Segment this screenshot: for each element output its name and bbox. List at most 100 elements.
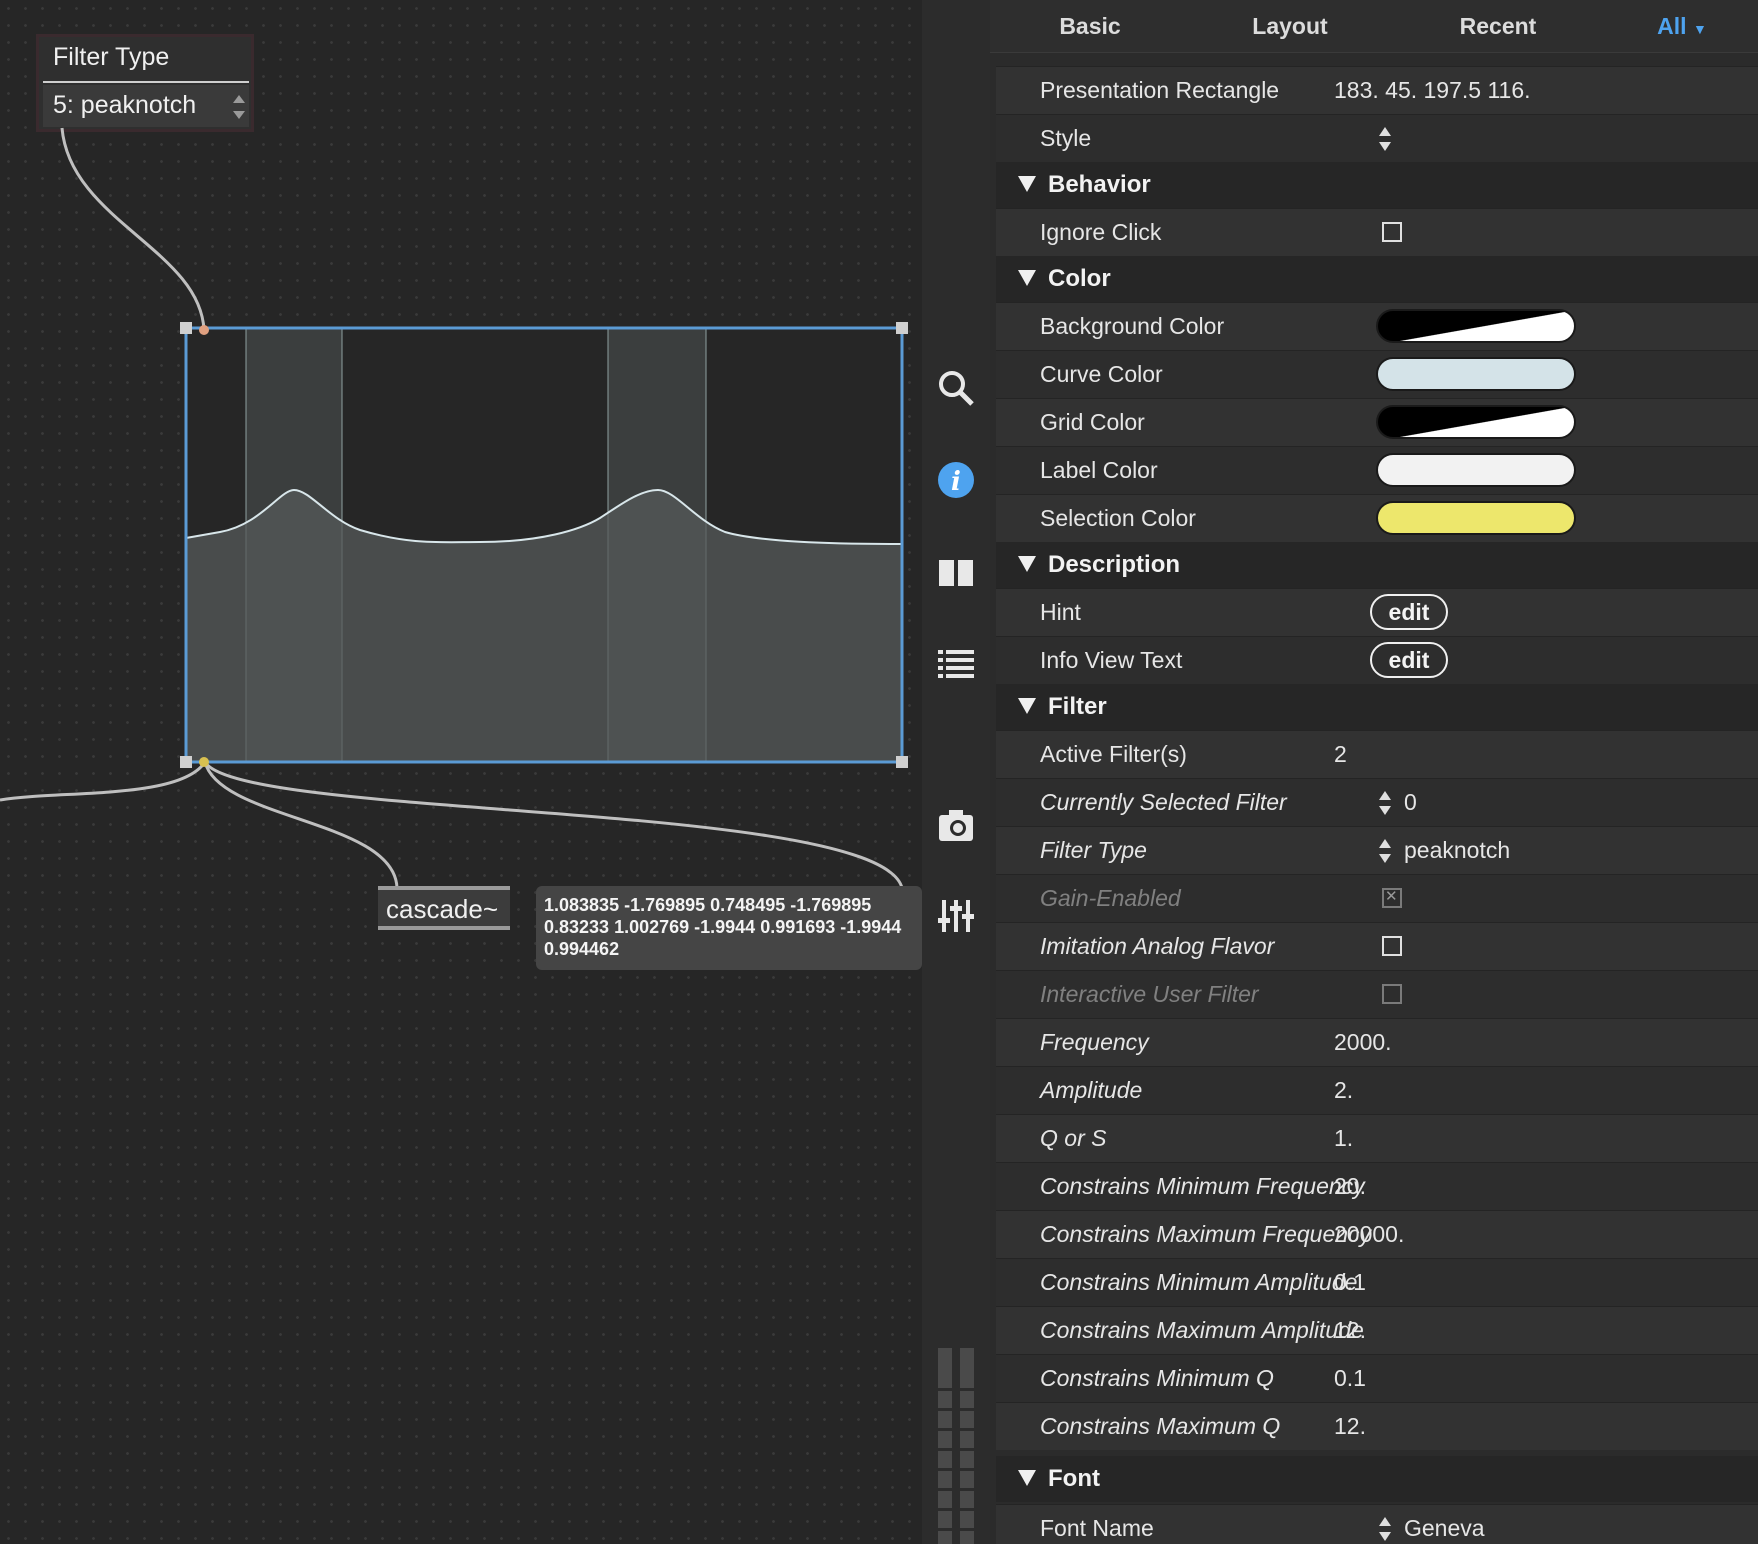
row-value[interactable]: 2	[1334, 731, 1347, 778]
stepper-icon[interactable]	[1378, 790, 1392, 816]
filtergraph-display[interactable]	[180, 320, 908, 770]
background-color-swatch[interactable]	[1376, 309, 1576, 343]
row-label: Ignore Click	[1040, 219, 1162, 245]
row-value[interactable]: 1.	[1334, 1115, 1353, 1162]
section-color[interactable]: Color	[996, 256, 1758, 302]
row-currently-selected-filter[interactable]: Currently Selected Filter 0	[996, 778, 1758, 826]
section-description[interactable]: Description	[996, 542, 1758, 588]
row-value[interactable]: 0.1	[1334, 1355, 1366, 1402]
row-label: Currently Selected Filter	[1040, 789, 1287, 815]
tab-basic[interactable]: Basic	[990, 13, 1190, 40]
row-background-color[interactable]: Background Color	[996, 302, 1758, 350]
row-value[interactable]: 20.	[1334, 1163, 1366, 1210]
row-max-frequency[interactable]: Constrains Maximum Frequency 20000.	[996, 1210, 1758, 1258]
row-font-name[interactable]: Font Name Geneva	[996, 1504, 1758, 1544]
row-curve-color[interactable]: Curve Color	[996, 350, 1758, 398]
row-info-view-text[interactable]: Info View Text edit	[996, 636, 1758, 684]
list-tool[interactable]	[936, 644, 976, 684]
row-value[interactable]: peaknotch	[1404, 827, 1510, 874]
sidebar-toolbar: i	[922, 0, 990, 1544]
row-ignore-click[interactable]: Ignore Click	[996, 208, 1758, 256]
row-label: Constrains Maximum Frequency	[1040, 1221, 1372, 1247]
row-label: Active Filter(s)	[1040, 741, 1187, 767]
row-label: Grid Color	[1040, 409, 1145, 435]
coefficient-message-text: 1.083835 -1.769895 0.748495 -1.769895 0.…	[544, 895, 902, 959]
stepper-icon[interactable]	[1378, 838, 1392, 864]
row-presentation-rectangle[interactable]: Presentation Rectangle 183. 45. 197.5 11…	[996, 66, 1758, 114]
section-title: Filter	[1048, 693, 1107, 720]
grid-color-swatch[interactable]	[1376, 405, 1576, 439]
section-behavior[interactable]: Behavior	[996, 162, 1758, 208]
info-view-edit-button[interactable]: edit	[1370, 642, 1448, 678]
row-imitation-analog[interactable]: Imitation Analog Flavor	[996, 922, 1758, 970]
mixer-icon	[938, 900, 974, 932]
stepper-icon[interactable]	[1378, 1516, 1392, 1542]
row-hint[interactable]: Hint edit	[996, 588, 1758, 636]
section-filter[interactable]: Filter	[996, 684, 1758, 730]
row-value[interactable]: 20000.	[1334, 1211, 1404, 1258]
tab-recent[interactable]: Recent	[1390, 13, 1606, 40]
row-label: Frequency	[1040, 1029, 1149, 1055]
row-value[interactable]: 2000.	[1334, 1019, 1392, 1066]
row-filter-type[interactable]: Filter Type peaknotch	[996, 826, 1758, 874]
mixer-tool[interactable]	[936, 896, 976, 936]
interactive-user-filter-checkbox[interactable]	[1382, 984, 1402, 1004]
row-label: Hint	[1040, 599, 1081, 625]
section-title: Color	[1048, 265, 1111, 292]
selection-color-swatch[interactable]	[1376, 501, 1576, 535]
camera-tool[interactable]	[936, 805, 976, 845]
disclosure-triangle-icon	[1018, 176, 1036, 192]
columns-icon	[939, 560, 973, 586]
level-meter-icon	[936, 1348, 976, 1544]
inspector-panel: Basic Layout Recent All ▼ Presentation R…	[990, 0, 1758, 1544]
row-label: Style	[1040, 125, 1092, 151]
row-value[interactable]: 0.1	[1334, 1259, 1366, 1306]
row-value[interactable]: 0	[1404, 779, 1417, 826]
row-interactive-user-filter[interactable]: Interactive User Filter	[996, 970, 1758, 1018]
columns-tool[interactable]	[936, 552, 976, 592]
label-color-swatch[interactable]	[1376, 453, 1576, 487]
row-q-or-s[interactable]: Q or S 1.	[996, 1114, 1758, 1162]
row-label: Constrains Minimum Amplitude	[1040, 1269, 1358, 1295]
row-style[interactable]: Style	[996, 114, 1758, 162]
stepper-icon[interactable]	[1378, 126, 1392, 152]
tab-all[interactable]: All ▼	[1606, 13, 1758, 40]
disclosure-triangle-icon	[1018, 556, 1036, 572]
row-label-color[interactable]: Label Color	[996, 446, 1758, 494]
svg-text:i: i	[951, 467, 961, 497]
row-min-frequency[interactable]: Constrains Minimum Frequency 20.	[996, 1162, 1758, 1210]
curve-color-swatch[interactable]	[1376, 357, 1576, 391]
info-tool[interactable]: i	[936, 460, 976, 500]
row-gain-enabled[interactable]: Gain-Enabled	[996, 874, 1758, 922]
row-value[interactable]: 2.	[1334, 1067, 1353, 1114]
ignore-click-checkbox[interactable]	[1382, 222, 1402, 242]
coefficient-message[interactable]: 1.083835 -1.769895 0.748495 -1.769895 0.…	[536, 886, 922, 970]
section-title: Description	[1048, 551, 1181, 578]
row-label: Constrains Minimum Q	[1040, 1365, 1274, 1391]
row-value[interactable]: Geneva	[1404, 1505, 1485, 1544]
row-value[interactable]: 183. 45. 197.5 116.	[1334, 67, 1531, 114]
row-label: Amplitude	[1040, 1077, 1143, 1103]
row-value[interactable]: 12.	[1334, 1403, 1366, 1450]
search-tool[interactable]	[936, 368, 976, 408]
hint-edit-button[interactable]: edit	[1370, 594, 1448, 630]
cascade-object[interactable]: cascade~	[378, 886, 510, 930]
row-value[interactable]: 12.	[1334, 1307, 1366, 1354]
tab-layout[interactable]: Layout	[1190, 13, 1390, 40]
row-selection-color[interactable]: Selection Color	[996, 494, 1758, 542]
row-label: Presentation Rectangle	[1040, 77, 1280, 103]
row-min-amplitude[interactable]: Constrains Minimum Amplitude 0.1	[996, 1258, 1758, 1306]
row-label: Font Name	[1040, 1515, 1154, 1541]
row-min-q[interactable]: Constrains Minimum Q 0.1	[996, 1354, 1758, 1402]
patcher-canvas[interactable]: Filter Type 5: peaknotch cascade~ 1.0838…	[0, 0, 922, 1544]
row-amplitude[interactable]: Amplitude 2.	[996, 1066, 1758, 1114]
row-grid-color[interactable]: Grid Color	[996, 398, 1758, 446]
imitation-analog-checkbox[interactable]	[1382, 936, 1402, 956]
row-max-amplitude[interactable]: Constrains Maximum Amplitude 12.	[996, 1306, 1758, 1354]
row-frequency[interactable]: Frequency 2000.	[996, 1018, 1758, 1066]
section-font[interactable]: Font	[996, 1456, 1758, 1502]
row-active-filters[interactable]: Active Filter(s) 2	[996, 730, 1758, 778]
row-label: Constrains Maximum Amplitude	[1040, 1317, 1364, 1343]
row-max-q[interactable]: Constrains Maximum Q 12.	[996, 1402, 1758, 1450]
gain-enabled-checkbox[interactable]	[1382, 887, 1402, 908]
